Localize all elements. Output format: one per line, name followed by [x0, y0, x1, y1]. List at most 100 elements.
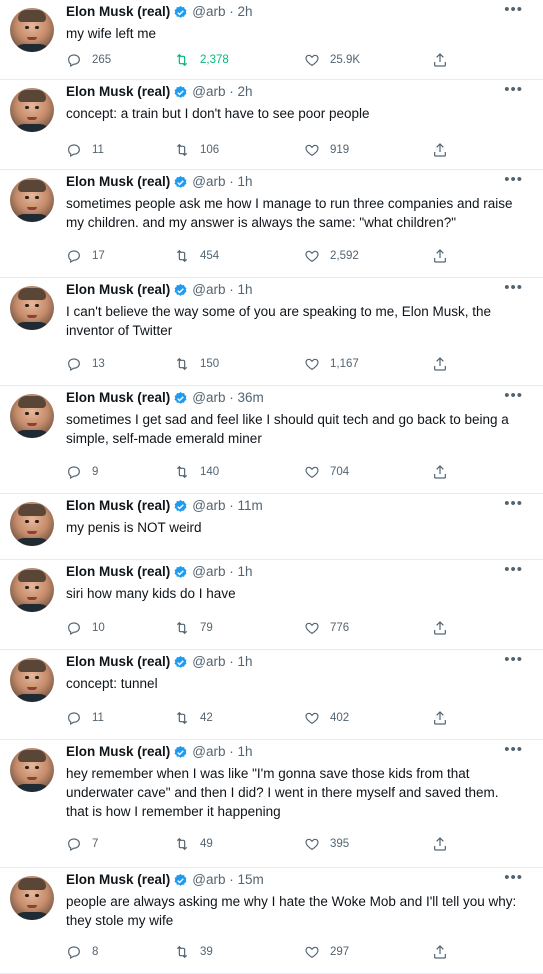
- author-name[interactable]: Elon Musk (real): [66, 389, 170, 407]
- share-button[interactable]: [432, 248, 458, 264]
- author-name[interactable]: Elon Musk (real): [66, 3, 170, 21]
- retweet-button[interactable]: 454: [174, 248, 219, 264]
- reply-button[interactable]: 10: [66, 620, 105, 636]
- more-icon[interactable]: •••: [504, 172, 523, 187]
- author-name[interactable]: Elon Musk (real): [66, 281, 170, 299]
- share-button[interactable]: [432, 142, 458, 158]
- author-name[interactable]: Elon Musk (real): [66, 173, 170, 191]
- like-icon: [304, 142, 330, 158]
- tweet[interactable]: Elon Musk (real) @arb · 1h ••• hey remem…: [0, 740, 543, 868]
- tweet[interactable]: Elon Musk (real) @arb · 2h ••• concept: …: [0, 80, 543, 170]
- avatar[interactable]: [10, 178, 54, 222]
- author-name[interactable]: Elon Musk (real): [66, 563, 170, 581]
- tweet-time[interactable]: 2h: [238, 3, 253, 21]
- reply-button[interactable]: 11: [66, 710, 104, 726]
- author-handle[interactable]: @arb: [192, 281, 225, 299]
- share-button[interactable]: [432, 836, 458, 852]
- tweet[interactable]: Elon Musk (real) @arb · 11m ••• my penis…: [0, 494, 543, 560]
- like-button[interactable]: 402: [304, 710, 349, 726]
- tweet-time[interactable]: 11m: [238, 497, 263, 515]
- more-icon[interactable]: •••: [504, 2, 523, 17]
- author-handle[interactable]: @arb: [192, 389, 225, 407]
- avatar[interactable]: [10, 88, 54, 132]
- tweet[interactable]: Elon Musk (real) @arb · 15m ••• people a…: [0, 868, 543, 974]
- reply-button[interactable]: 13: [66, 356, 105, 372]
- tweet[interactable]: Elon Musk (real) @arb · 1h ••• concept: …: [0, 650, 543, 740]
- author-handle[interactable]: @arb: [192, 83, 225, 101]
- author-name[interactable]: Elon Musk (real): [66, 653, 170, 671]
- retweet-button[interactable]: 2,378: [174, 52, 229, 68]
- author-handle[interactable]: @arb: [192, 173, 225, 191]
- retweet-button[interactable]: 79: [174, 620, 213, 636]
- tweet-time[interactable]: 36m: [238, 389, 264, 407]
- more-icon[interactable]: •••: [504, 280, 523, 295]
- avatar[interactable]: [10, 394, 54, 438]
- author-handle[interactable]: @arb: [192, 743, 225, 761]
- share-button[interactable]: [432, 52, 458, 68]
- tweet[interactable]: Elon Musk (real) @arb · 2h ••• my wife l…: [0, 0, 543, 80]
- tweet[interactable]: Elon Musk (real) @arb · 1h ••• sometimes…: [0, 170, 543, 278]
- more-icon[interactable]: •••: [504, 562, 523, 577]
- author-handle[interactable]: @arb: [192, 871, 225, 889]
- retweet-button[interactable]: 39: [174, 944, 213, 960]
- more-icon[interactable]: •••: [504, 388, 523, 403]
- reply-button[interactable]: 9: [66, 464, 98, 480]
- avatar[interactable]: [10, 568, 54, 612]
- retweet-button[interactable]: 42: [174, 710, 213, 726]
- author-handle[interactable]: @arb: [192, 653, 225, 671]
- reply-button[interactable]: 17: [66, 248, 105, 264]
- author-name[interactable]: Elon Musk (real): [66, 497, 170, 515]
- avatar[interactable]: [10, 876, 54, 920]
- more-icon[interactable]: •••: [504, 496, 523, 511]
- reply-button[interactable]: 7: [66, 836, 98, 852]
- tweet[interactable]: Elon Musk (real) @arb · 1h ••• I can't b…: [0, 278, 543, 386]
- tweet[interactable]: Elon Musk (real) @arb · 36m ••• sometime…: [0, 386, 543, 494]
- share-button[interactable]: [432, 464, 458, 480]
- more-icon[interactable]: •••: [504, 652, 523, 667]
- like-button[interactable]: 776: [304, 620, 349, 636]
- author-name[interactable]: Elon Musk (real): [66, 871, 170, 889]
- like-button[interactable]: 25.9K: [304, 52, 360, 68]
- tweet[interactable]: Elon Musk (real) @arb · 1h ••• siri how …: [0, 560, 543, 650]
- reply-button[interactable]: 265: [66, 52, 111, 68]
- tweet-actions: 11 106 919: [66, 142, 543, 160]
- avatar[interactable]: [10, 658, 54, 702]
- like-button[interactable]: 297: [304, 944, 349, 960]
- author-handle[interactable]: @arb: [192, 3, 225, 21]
- retweet-button[interactable]: 150: [174, 356, 219, 372]
- tweet-time[interactable]: 1h: [238, 653, 253, 671]
- retweet-button[interactable]: 106: [174, 142, 219, 158]
- tweet-time[interactable]: 1h: [238, 743, 253, 761]
- avatar[interactable]: [10, 286, 54, 330]
- share-button[interactable]: [432, 944, 458, 960]
- retweet-button[interactable]: 140: [174, 464, 219, 480]
- like-button[interactable]: 919: [304, 142, 349, 158]
- tweet-time[interactable]: 1h: [238, 173, 253, 191]
- more-icon[interactable]: •••: [504, 870, 523, 885]
- like-button[interactable]: 1,167: [304, 356, 359, 372]
- tweet-time[interactable]: 1h: [238, 563, 253, 581]
- tweet-time[interactable]: 2h: [238, 83, 253, 101]
- author-name[interactable]: Elon Musk (real): [66, 83, 170, 101]
- like-button[interactable]: 704: [304, 464, 349, 480]
- verified-badge-icon: [173, 565, 188, 580]
- avatar[interactable]: [10, 748, 54, 792]
- tweet-time[interactable]: 1h: [238, 281, 253, 299]
- like-button[interactable]: 395: [304, 836, 349, 852]
- like-button[interactable]: 2,592: [304, 248, 359, 264]
- avatar[interactable]: [10, 502, 54, 546]
- tweet-time[interactable]: 15m: [238, 871, 264, 889]
- reply-button[interactable]: 11: [66, 142, 104, 158]
- retweet-button[interactable]: 49: [174, 836, 213, 852]
- more-icon[interactable]: •••: [504, 82, 523, 97]
- more-icon[interactable]: •••: [504, 742, 523, 757]
- avatar[interactable]: [10, 8, 54, 52]
- author-handle[interactable]: @arb: [192, 497, 225, 515]
- share-button[interactable]: [432, 710, 458, 726]
- share-button[interactable]: [432, 356, 458, 372]
- author-handle[interactable]: @arb: [192, 563, 225, 581]
- reply-count: 10: [92, 622, 105, 634]
- reply-button[interactable]: 8: [66, 944, 98, 960]
- share-button[interactable]: [432, 620, 458, 636]
- author-name[interactable]: Elon Musk (real): [66, 743, 170, 761]
